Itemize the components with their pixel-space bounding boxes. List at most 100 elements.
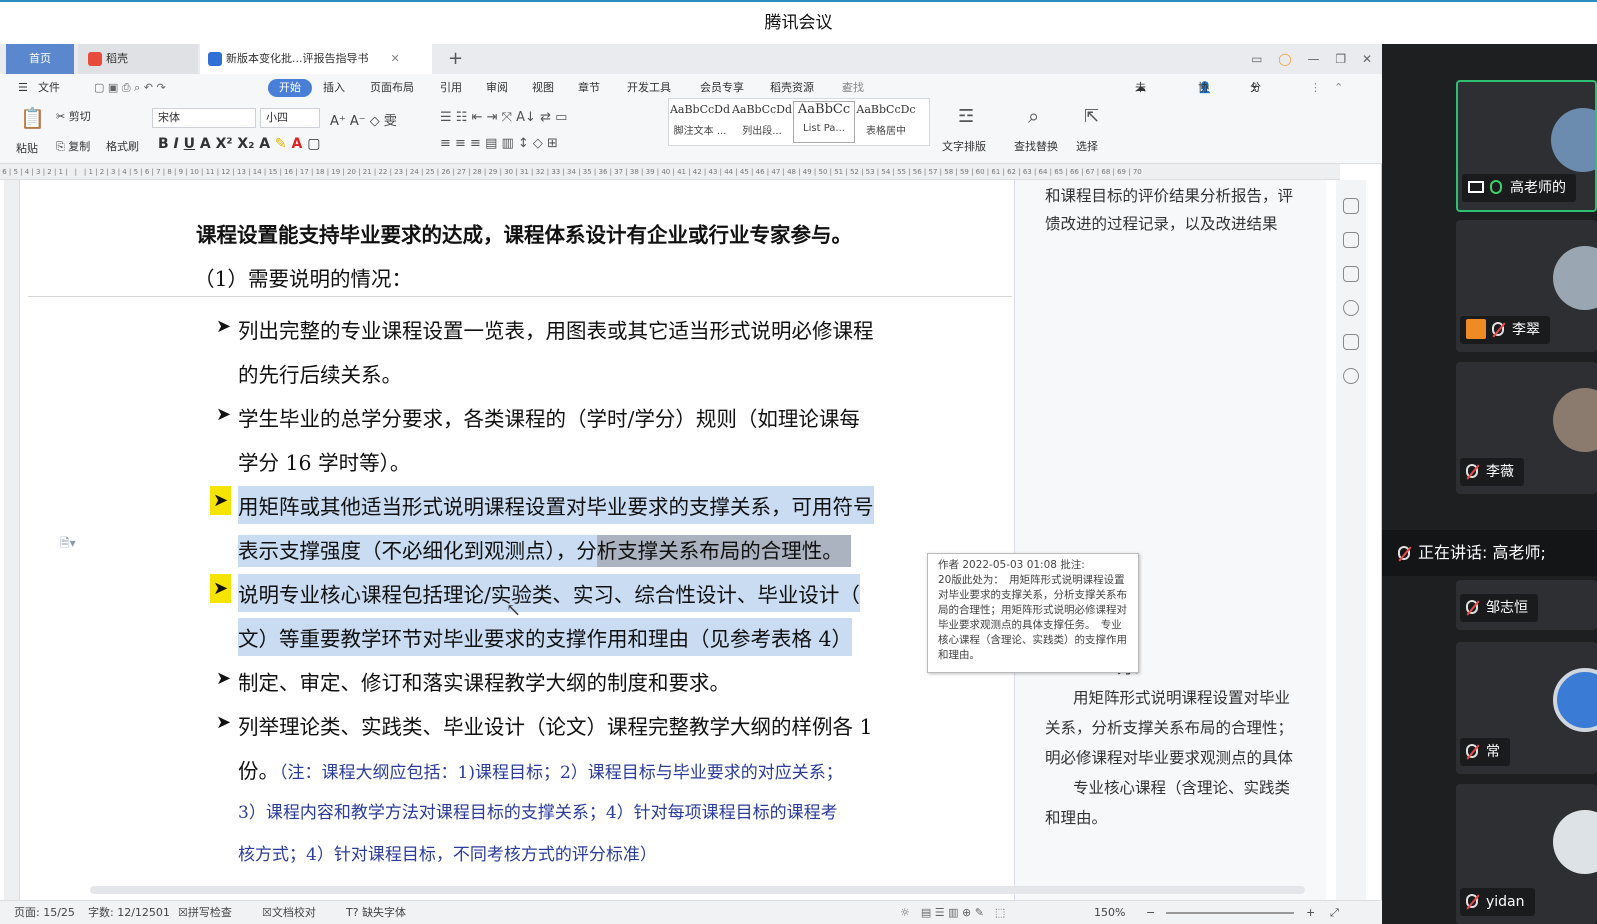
new-tab-button[interactable]: + xyxy=(448,44,463,74)
commented-text: 析支撑关系布局的合理性。 xyxy=(596,535,851,567)
participant-tile[interactable]: 邹志恒 xyxy=(1456,580,1597,630)
participant-tile[interactable]: 李翠 xyxy=(1456,220,1597,352)
location-icon[interactable] xyxy=(1343,368,1359,384)
speaking-indicator: 正在讲话: 高老师; xyxy=(1382,530,1597,576)
align-icons[interactable]: ≡ ≡ ≡ ▤ ▥ ↕ ◇ ⊞ xyxy=(440,136,558,151)
text-format-icons[interactable]: B I U A X² X₂ A ✎ A ▢ xyxy=(158,136,320,152)
comment-text: 和课程目标的评价结果分析报告，评 xyxy=(1045,187,1294,205)
quick-access-icons[interactable]: ▢ ▣ ⎙ ⌕ ↶ ↷ xyxy=(94,74,166,102)
more-icon[interactable]: ⋮ xyxy=(1310,74,1321,102)
style-item[interactable]: AaBbCc List Pa... xyxy=(793,101,855,143)
style-gallery: AaBbCcDd 脚注文本 ... AaBbCcDd 列出段... AaBbCc Li… xyxy=(668,98,930,146)
participant-name: 高老师的 xyxy=(1510,180,1566,196)
menu-layout[interactable]: 页面布局 xyxy=(370,74,414,102)
spell-check-label: 拼写检查 xyxy=(187,906,232,919)
bullet-arrow: ➤ xyxy=(216,668,232,689)
font-icon: T? xyxy=(346,906,363,919)
menu-insert[interactable]: 插入 xyxy=(323,74,345,102)
list-icons[interactable]: ☰ ☷ ⇤ ⇥ ⤧ A↓ ⇄ ▭ xyxy=(440,110,567,125)
missing-font[interactable]: T? 缺失字体 xyxy=(346,901,406,924)
select-button[interactable]: 选择 xyxy=(1076,138,1098,154)
zoom-slider[interactable] xyxy=(1166,912,1294,914)
paste-icon[interactable]: 📋 xyxy=(20,106,45,130)
menu-icon[interactable]: ☰ xyxy=(18,74,28,102)
view-mode-icons[interactable]: ☼ ▤ ☰ ▥ ⊕ ✎ ⬚ xyxy=(900,901,1005,924)
magnifier-icon[interactable]: ⌕ xyxy=(1028,104,1039,128)
style-item[interactable]: AaBbCcDd 列出段... xyxy=(731,103,793,137)
zoom-out-icon[interactable]: − xyxy=(1146,901,1155,924)
bullet-arrow: ➤ xyxy=(216,712,232,733)
right-tool-strip xyxy=(1336,180,1366,900)
avatar xyxy=(1553,668,1597,732)
menu-references[interactable]: 引用 xyxy=(440,74,462,102)
cursor-icon[interactable]: ⇱ xyxy=(1084,106,1099,127)
comment-panel: 和课程目标的评价结果分析报告，评 馈改进的过程记录，以及改进结果 为： 用矩阵形… xyxy=(1014,180,1326,900)
mic-muted-icon xyxy=(1466,744,1478,758)
participant-name-bar: 李薇 xyxy=(1460,458,1524,486)
avatar[interactable]: ◯ xyxy=(1278,52,1291,66)
checkbox-icon: ☒ xyxy=(178,906,188,919)
menu-start[interactable]: 开始 xyxy=(268,79,312,97)
font-size-select[interactable]: 小四 xyxy=(260,108,320,128)
settings-icon[interactable] xyxy=(1343,266,1359,282)
close-tab-icon[interactable]: ✕ xyxy=(391,52,400,65)
horizontal-ruler[interactable]: 6 | 5 | 4 | 3 | 2 | 1 | | | 1 | 2 | 3 | … xyxy=(0,164,1340,180)
participant-tile[interactable]: 常 xyxy=(1456,642,1597,774)
tab-home[interactable]: 首页 xyxy=(6,44,74,74)
window-controls: ▭ ◯ — ❐ ✕ xyxy=(1251,44,1372,74)
restore-icon[interactable]: ❐ xyxy=(1335,52,1346,66)
tab-document[interactable]: 新版本变化批...评报告指导书 ✕ xyxy=(200,44,432,74)
close-icon[interactable]: ✕ xyxy=(1362,52,1372,66)
vertical-ruler[interactable] xyxy=(4,180,20,900)
font-select[interactable]: 宋体 xyxy=(152,108,256,128)
participant-tile[interactable]: 高老师的 xyxy=(1456,80,1597,212)
find-replace-button[interactable]: 查找替换 xyxy=(1014,138,1058,154)
copy-button[interactable]: ⎘ 复制 xyxy=(56,138,90,154)
menu-devtools[interactable]: 开发工具 xyxy=(627,74,671,102)
bullet2-line2: 学分 16 学时等）。 xyxy=(238,451,411,475)
menu-view[interactable]: 视图 xyxy=(532,74,554,102)
participant-name-bar: 高老师的 xyxy=(1462,174,1576,202)
format-painter-button[interactable]: 格式刷 xyxy=(106,138,139,154)
layout-icon[interactable]: ▭ xyxy=(1251,52,1262,66)
collapse-ribbon-icon[interactable]: ⌃ xyxy=(1334,74,1343,102)
pointer-icon[interactable] xyxy=(1343,232,1359,248)
style-item[interactable]: AaBbCcDc 表格居中 xyxy=(855,103,917,137)
zoom-in-icon[interactable]: + xyxy=(1306,901,1315,924)
participant-name: 邹志恒 xyxy=(1486,600,1528,616)
style-item[interactable]: AaBbCcDd 脚注文本 ... xyxy=(669,103,731,137)
comment-text: 关系，分析支撑关系布局的合理性； xyxy=(1045,719,1294,737)
avatar xyxy=(1553,810,1597,874)
cut-button[interactable]: ✂ 剪切 xyxy=(56,108,91,124)
menu-chapter[interactable]: 章节 xyxy=(578,74,600,102)
tab-daoke[interactable]: 稻壳 xyxy=(78,44,198,74)
participant-tile[interactable]: yidan xyxy=(1456,784,1597,924)
paste-button[interactable]: 粘贴 xyxy=(16,140,38,156)
cut-label: 剪切 xyxy=(68,110,91,123)
comment-anchor-icon[interactable]: 🗎▾ xyxy=(60,534,76,555)
participant-name: yidan xyxy=(1486,894,1525,910)
zoom-level[interactable]: 150% xyxy=(1094,901,1125,924)
doc-proof[interactable]: ☒文档校对 xyxy=(262,901,316,924)
pen-icon[interactable] xyxy=(1343,198,1359,214)
horizontal-scrollbar[interactable] xyxy=(90,886,1305,894)
document-page[interactable]: 课程设置能支持毕业要求的达成，课程体系设计有企业或行业专家参与。 （1）需要说明… xyxy=(28,180,1012,900)
menu-file[interactable]: 文件 xyxy=(38,74,60,102)
font-adjust-icons[interactable]: A⁺ A⁻ ◇ 雯 xyxy=(330,110,397,129)
tab-daoke-label: 稻壳 xyxy=(106,52,128,65)
bullet-arrow: ➤ xyxy=(216,316,232,337)
spell-check[interactable]: ☒拼写检查 xyxy=(178,901,232,924)
menu-review[interactable]: 审阅 xyxy=(486,74,508,102)
avatar xyxy=(1551,108,1595,172)
minimize-icon[interactable]: — xyxy=(1308,52,1320,66)
help-icon[interactable] xyxy=(1343,300,1359,316)
avatar xyxy=(1553,246,1597,310)
backup-icon[interactable] xyxy=(1343,334,1359,350)
fullscreen-icon[interactable]: ⤢ xyxy=(1330,901,1339,924)
participant-tile[interactable]: 李薇 xyxy=(1456,362,1597,494)
word-count[interactable]: 字数: 12/12501 xyxy=(88,901,170,924)
comment-text: 明必修课程对毕业要求观测点的具体 xyxy=(1045,749,1294,767)
participant-name: 李翠 xyxy=(1512,322,1540,338)
text-layout-icon[interactable]: ☲ xyxy=(958,106,974,127)
text-layout-button[interactable]: 文字排版 xyxy=(942,138,986,154)
